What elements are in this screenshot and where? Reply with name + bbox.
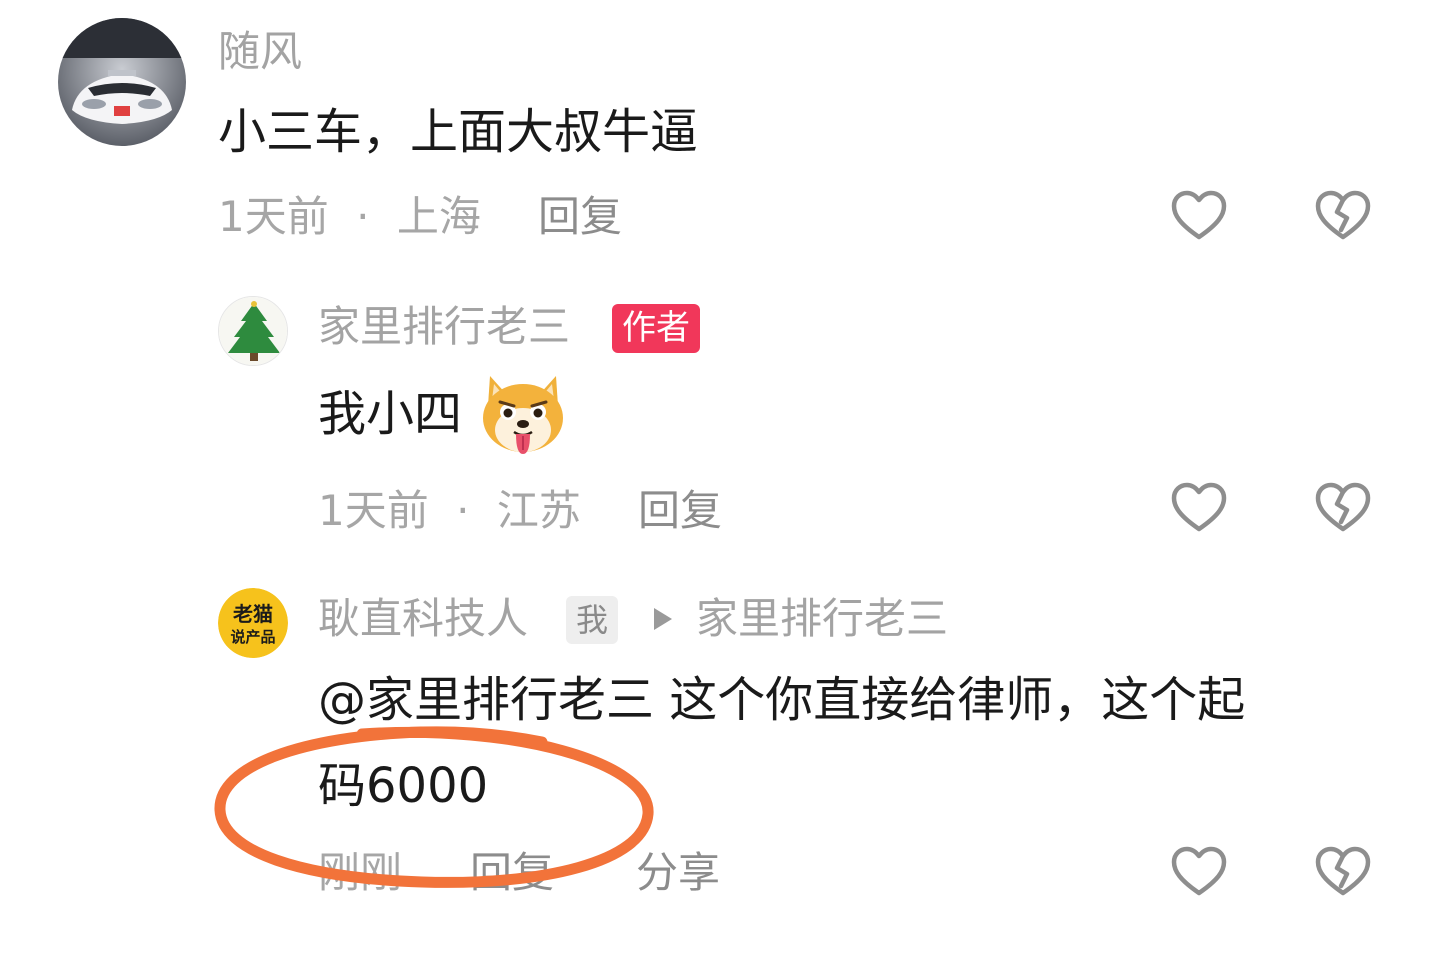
- comment-time: 刚刚: [318, 848, 403, 897]
- comment-text-line: 码6000: [318, 758, 489, 814]
- triangle-right-icon: [652, 606, 674, 632]
- username[interactable]: 家里排行老三: [318, 306, 570, 348]
- broken-heart-icon[interactable]: [1314, 846, 1372, 898]
- comment-text: 小三车，上面大叔牛逼: [218, 104, 699, 160]
- comment-location: 江苏: [496, 486, 581, 535]
- comment-text-content: 我小四: [318, 386, 463, 442]
- avatar[interactable]: [58, 18, 186, 146]
- author-badge: 作者: [612, 304, 700, 353]
- reply-to-username[interactable]: 家里排行老三: [696, 598, 948, 640]
- username[interactable]: 耿直科技人: [318, 598, 528, 640]
- comment-time: 1天前: [318, 486, 429, 535]
- comment-meta: 1天前 · 上海: [218, 196, 481, 238]
- comment-time: 1天前: [218, 192, 329, 241]
- comment-text: 我小四: [318, 390, 462, 438]
- avatar[interactable]: 老猫 说产品: [218, 588, 288, 658]
- avatar-text: 老猫: [233, 602, 273, 626]
- share-button[interactable]: 分享: [636, 852, 720, 894]
- comment-location: 上海: [396, 192, 481, 241]
- meta-separator: ·: [356, 192, 370, 241]
- reply-button[interactable]: 回复: [538, 196, 622, 238]
- dog-emoji: [478, 372, 568, 458]
- heart-icon[interactable]: [1170, 190, 1228, 242]
- heart-icon[interactable]: [1170, 482, 1228, 534]
- reply-button[interactable]: 回复: [470, 852, 554, 894]
- comment-meta: 1天前 · 江苏: [318, 490, 581, 532]
- avatar-text: 说产品: [230, 628, 275, 646]
- reply-button[interactable]: 回复: [638, 490, 722, 532]
- broken-heart-icon[interactable]: [1314, 190, 1372, 242]
- username[interactable]: 随风: [218, 31, 302, 73]
- meta-separator: ·: [456, 486, 470, 535]
- heart-icon[interactable]: [1170, 846, 1228, 898]
- me-badge: 我: [566, 596, 619, 644]
- comment-text-line: @家里排行老三 这个你直接给律师，这个起: [318, 672, 1246, 728]
- avatar[interactable]: [218, 296, 288, 366]
- broken-heart-icon[interactable]: [1314, 482, 1372, 534]
